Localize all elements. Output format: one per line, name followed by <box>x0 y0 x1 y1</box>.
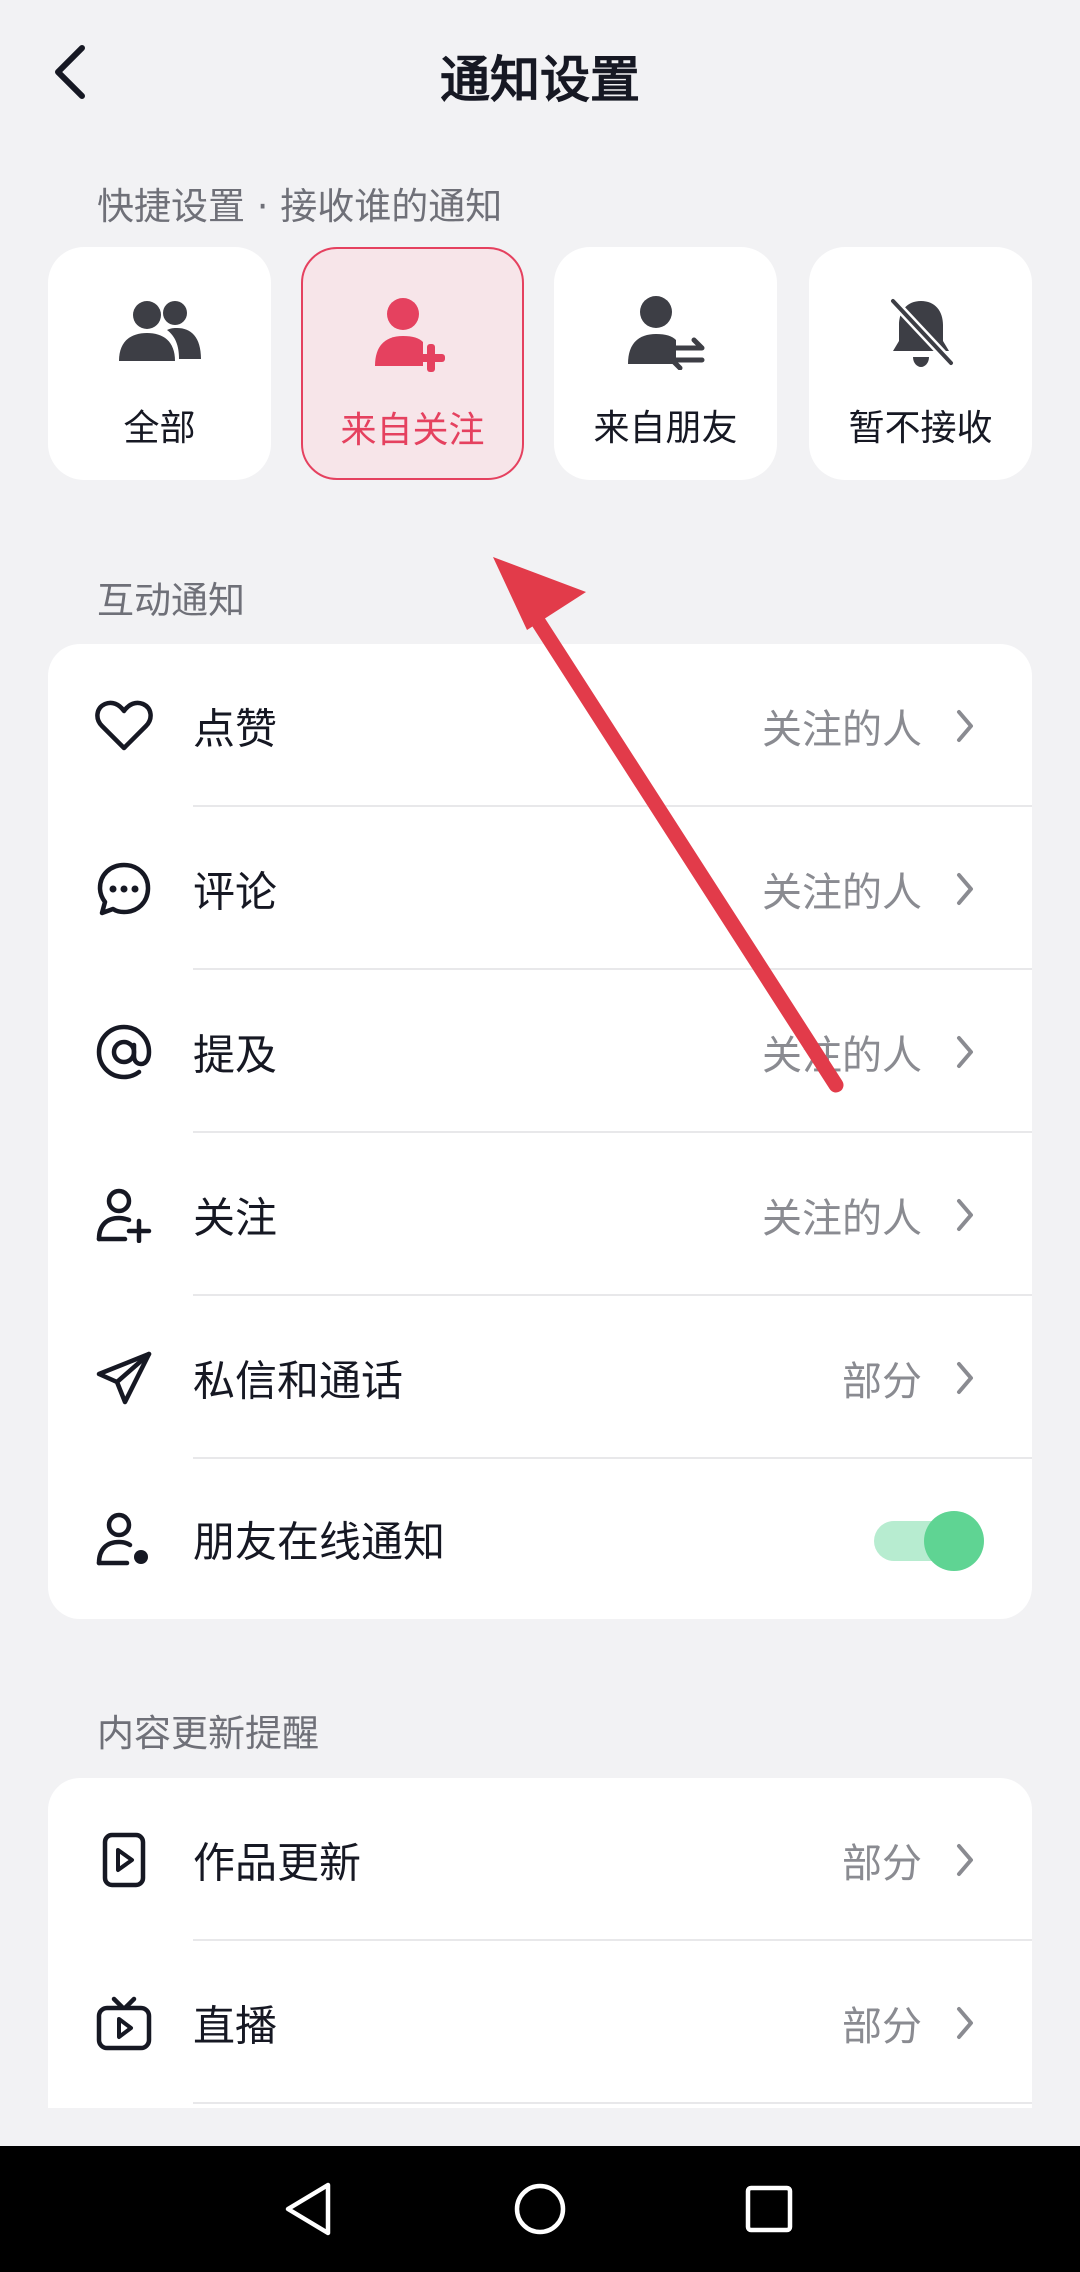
row-value: 关注的人 <box>762 869 922 916</box>
content-settings-group: 作品更新 部分 直播 部分 <box>48 1778 1032 2108</box>
interaction-settings-group: 点赞 关注的人 评论 关注的人 提及 关注的人 关注 关注的人 私信和通话 部分… <box>48 644 1032 1619</box>
row-value: 关注的人 <box>762 1195 922 1242</box>
row-likes[interactable]: 点赞 关注的人 <box>48 644 1032 807</box>
quick-option-label: 来自朋友 <box>593 408 738 449</box>
nav-recents-button[interactable] <box>733 2173 805 2245</box>
row-value: 关注的人 <box>762 1032 922 1079</box>
quick-settings-label: 快捷设置 · 接收谁的通知 <box>97 185 503 228</box>
chevron-right-icon <box>950 703 980 749</box>
row-works-update[interactable]: 作品更新 部分 <box>48 1778 1032 1941</box>
quick-option-friends[interactable]: 来自朋友 <box>554 247 777 480</box>
square-recents-icon <box>745 2185 793 2233</box>
send-icon <box>92 1346 156 1410</box>
page-title: 通知设置 <box>440 51 640 109</box>
bell-off-icon <box>885 287 957 377</box>
row-friends-online: 朋友在线通知 <box>48 1459 1032 1619</box>
row-comments[interactable]: 评论 关注的人 <box>48 807 1032 970</box>
notification-settings-screen: 通知设置 快捷设置 · 接收谁的通知 全部 来自关注 来自朋友 暂不接收 互动通… <box>0 0 1080 2272</box>
quick-option-following[interactable]: 来自关注 <box>301 247 524 480</box>
row-label: 提及 <box>193 1030 278 1079</box>
chevron-right-icon <box>950 866 980 912</box>
chevron-right-icon <box>950 1029 980 1075</box>
chevron-right-icon <box>950 1192 980 1238</box>
toggle-knob <box>924 1511 984 1571</box>
heart-icon <box>92 694 156 758</box>
quick-option-label: 暂不接收 <box>848 408 993 449</box>
friends-online-toggle[interactable] <box>874 1511 984 1571</box>
divider <box>193 2102 1032 2104</box>
at-icon <box>92 1020 156 1084</box>
row-value: 关注的人 <box>762 706 922 753</box>
tv-icon <box>92 1991 156 2055</box>
row-follows[interactable]: 关注 关注的人 <box>48 1133 1032 1296</box>
row-messages-calls[interactable]: 私信和通话 部分 <box>48 1296 1032 1459</box>
person-online-icon <box>92 1507 156 1571</box>
video-icon <box>92 1828 156 1892</box>
row-mentions[interactable]: 提及 关注的人 <box>48 970 1032 1133</box>
quick-option-label: 全部 <box>123 408 196 449</box>
person-swap-icon <box>626 287 706 377</box>
content-section-label: 内容更新提醒 <box>97 1712 319 1755</box>
row-value: 部分 <box>842 1358 922 1405</box>
row-label: 直播 <box>193 2001 278 2050</box>
row-value: 部分 <box>842 2003 922 2050</box>
row-label: 朋友在线通知 <box>193 1517 446 1567</box>
row-label: 点赞 <box>193 704 278 753</box>
nav-back-button[interactable] <box>272 2173 344 2245</box>
row-label: 私信和通话 <box>193 1356 404 1405</box>
chevron-right-icon <box>950 1837 980 1883</box>
system-navigation-bar <box>0 2146 1080 2272</box>
chevron-right-icon <box>950 1355 980 1401</box>
row-label: 关注 <box>193 1193 278 1242</box>
row-value: 部分 <box>842 1840 922 1887</box>
person-add-icon <box>373 289 453 379</box>
quick-option-none[interactable]: 暂不接收 <box>809 247 1032 480</box>
circle-home-icon <box>514 2183 566 2235</box>
nav-home-button[interactable] <box>504 2173 576 2245</box>
row-label: 评论 <box>193 867 278 916</box>
quick-option-label: 来自关注 <box>340 410 485 451</box>
row-label: 作品更新 <box>193 1838 362 1887</box>
quick-settings: 全部 来自关注 来自朋友 暂不接收 <box>48 247 1032 480</box>
interaction-section-label: 互动通知 <box>97 579 245 622</box>
row-live[interactable]: 直播 部分 <box>48 1941 1032 2104</box>
triangle-back-icon <box>285 2182 331 2236</box>
people-icon <box>117 287 203 377</box>
header: 通知设置 <box>0 0 1080 150</box>
comment-icon <box>92 857 156 921</box>
quick-option-all[interactable]: 全部 <box>48 247 271 480</box>
chevron-right-icon <box>950 2000 980 2046</box>
follow-icon <box>92 1183 156 1247</box>
